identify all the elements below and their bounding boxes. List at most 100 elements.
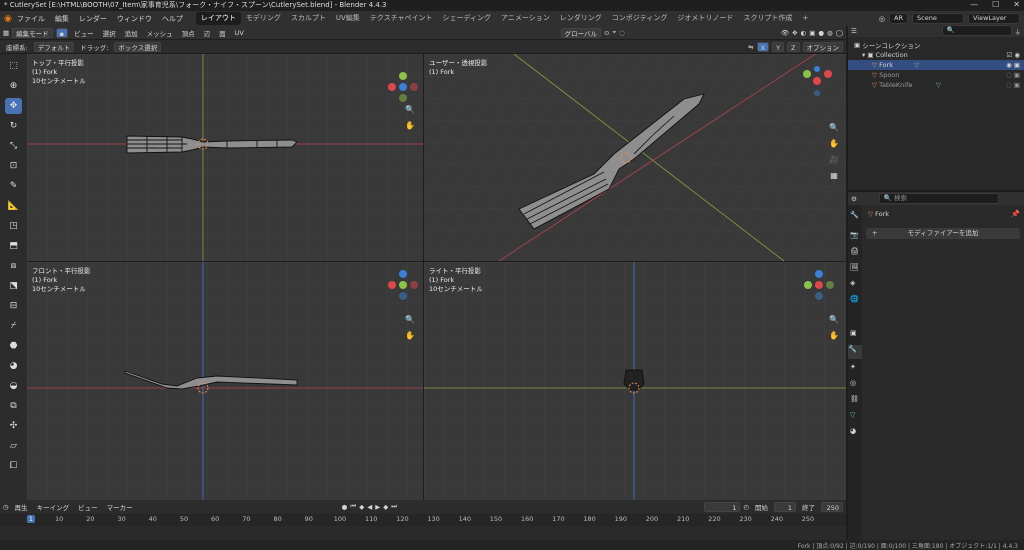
scale-icon[interactable]: ⤡ [5, 138, 22, 154]
tab-compositing[interactable]: コンポジティング [607, 12, 673, 25]
filter-icon[interactable]: ⏚ [1015, 26, 1022, 36]
tab-uv-editing[interactable]: UV編集 [331, 12, 365, 25]
mirror-x[interactable]: X [756, 41, 770, 52]
mirror-y[interactable]: Y [772, 41, 785, 52]
pin-icon[interactable]: 📌 [1011, 210, 1020, 218]
menu-view[interactable]: ビュー [71, 28, 97, 38]
current-frame-field[interactable]: 1 [704, 501, 741, 512]
tab-texture-paint[interactable]: テクスチャペイント [365, 12, 438, 25]
menu-vertex[interactable]: 頂点 [179, 28, 198, 38]
spin-icon[interactable]: ◕ [5, 358, 22, 374]
outliner-scene-collection[interactable]: ▣ シーンコレクション [848, 40, 1024, 50]
prev-keyframe-icon[interactable]: ◆ [359, 503, 364, 511]
blender-logo-icon[interactable]: ◉ [4, 14, 12, 24]
navigation-gizmo[interactable] [804, 270, 834, 300]
visibility-icon[interactable]: 👁 [781, 29, 789, 37]
jump-end-icon[interactable]: ⏭ [391, 502, 397, 511]
edge-slide-icon[interactable]: ⧉ [5, 398, 22, 414]
menu-edit[interactable]: 編集 [55, 14, 69, 24]
navigation-gizmo[interactable] [388, 72, 418, 102]
mirror-z[interactable]: Z [787, 41, 800, 52]
tab-modeling[interactable]: モデリング [241, 12, 286, 25]
camera-icon[interactable]: 🎥 [827, 152, 841, 166]
particles-tab-icon[interactable]: ✦ [850, 363, 856, 371]
smooth-icon[interactable]: ◒ [5, 378, 22, 394]
outliner-editor-icon[interactable]: ☰ [851, 27, 857, 35]
end-frame-field[interactable]: 250 [821, 501, 843, 512]
marker-menu[interactable]: マーカー [104, 502, 136, 512]
navigation-gizmo[interactable] [388, 270, 418, 300]
coord-select[interactable]: デフォルト [33, 41, 75, 52]
xray-icon[interactable]: ▣ [809, 29, 815, 37]
pan-hand-icon[interactable]: ✋ [403, 118, 417, 132]
shear-icon[interactable]: ▱ [5, 438, 22, 454]
zoom-icon[interactable]: 🔍 [827, 312, 841, 326]
data-tab-icon[interactable]: ▽ [850, 411, 855, 419]
options-button[interactable]: オプション [802, 41, 843, 52]
add-workspace-icon[interactable]: + [797, 12, 813, 25]
render-tab-icon[interactable]: 📷 [850, 231, 859, 239]
menu-mesh[interactable]: メッシュ [144, 28, 176, 38]
select-box-icon[interactable]: ⬚ [5, 58, 22, 74]
jump-start-icon[interactable]: ⏮ [350, 502, 356, 511]
maximize-icon[interactable]: ☐ [992, 0, 999, 11]
outliner-search[interactable]: 🔍 [941, 25, 1012, 36]
pan-hand-icon[interactable]: ✋ [827, 328, 841, 342]
shading-material-icon[interactable]: ◍ [827, 29, 833, 37]
material-tab-icon[interactable]: ◕ [850, 427, 856, 435]
drag-select[interactable]: ボックス選択 [114, 41, 162, 52]
outliner-item-fork[interactable]: ▽ Fork ▽ ◉ ▣ [848, 60, 1024, 70]
playback-menu[interactable]: 再生 [12, 502, 31, 512]
gizmo-icon[interactable]: ✥ [792, 29, 797, 37]
render-engine-icon[interactable]: ◎ [879, 15, 885, 23]
output-tab-icon[interactable]: 🖨 [850, 247, 859, 255]
scene-tab-icon[interactable]: ◈ [850, 279, 855, 287]
viewport-top[interactable]: トップ・平行投影 (1) Fork 10センチメートル 🔍 ✋ [27, 54, 423, 261]
item-visibility-icon[interactable]: ◌ ▣ [1006, 81, 1020, 89]
pan-hand-icon[interactable]: ✋ [827, 136, 841, 150]
mirror-icon[interactable]: ⇋ [748, 43, 753, 51]
menu-edge[interactable]: 辺 [201, 28, 214, 38]
menu-help[interactable]: ヘルプ [162, 14, 183, 24]
view-menu[interactable]: ビュー [75, 502, 101, 512]
annotate-icon[interactable]: ✎ [5, 178, 22, 194]
play-icon[interactable]: ▶ [375, 503, 380, 511]
collection-visibility-icon[interactable]: ☑ ◉ [1006, 51, 1020, 59]
properties-editor-icon[interactable]: ⚙ [851, 195, 857, 203]
item-visibility-icon[interactable]: ◌ ▣ [1006, 71, 1020, 79]
mode-select[interactable]: 編集モード [12, 27, 53, 38]
menu-select[interactable]: 選択 [100, 28, 119, 38]
add-modifier-button[interactable]: + モディファイアーを追加 [866, 228, 1020, 239]
modifier-tab-icon[interactable]: 🔧 [848, 345, 862, 359]
object-tab-icon[interactable]: ▣ [850, 329, 857, 337]
clock-icon[interactable]: ◴ [743, 503, 749, 511]
rip-icon[interactable]: ⧠ [5, 458, 22, 474]
close-icon[interactable]: ✕ [1013, 0, 1020, 11]
proportional-icon[interactable]: ◌ [619, 29, 625, 37]
rotate-icon[interactable]: ↻ [5, 118, 22, 134]
outliner-item-spoon[interactable]: ▽ Spoon ◌ ▣ [848, 70, 1024, 80]
viewport-right[interactable]: ライト・平行投影 (1) Fork 10センチメートル 🔍 ✋ [424, 262, 846, 500]
frame-ruler[interactable]: 1 10 20 30 40 50 60 70 80 90 100 110 120 130 140 150 160… [0, 514, 846, 542]
shrink-fatten-icon[interactable]: ✣ [5, 418, 22, 434]
tab-rendering[interactable]: レンダリング [555, 12, 607, 25]
select-mode-vertex[interactable]: ▪ [55, 27, 69, 38]
view-layer-field[interactable]: ViewLayer [968, 13, 1020, 24]
tab-geometry-nodes[interactable]: ジオメトリノード [672, 12, 738, 25]
extrude-icon[interactable]: ⬒ [5, 238, 22, 254]
inset-icon[interactable]: ⧈ [5, 258, 22, 274]
tab-shading[interactable]: シェーディング [438, 12, 497, 25]
cursor-icon[interactable]: ⊕ [5, 78, 22, 94]
menu-window[interactable]: ウィンドウ [117, 14, 152, 24]
start-frame-field[interactable]: 1 [774, 501, 796, 512]
snap-icon[interactable]: ⌖ [612, 28, 616, 37]
tab-scripting[interactable]: スクリプト作成 [738, 12, 797, 25]
menu-file[interactable]: ファイル [17, 14, 45, 24]
minimize-icon[interactable]: — [970, 0, 978, 11]
zoom-icon[interactable]: 🔍 [403, 312, 417, 326]
knife-icon[interactable]: ⌿ [5, 318, 22, 334]
tab-animation[interactable]: アニメーション [496, 12, 555, 25]
world-tab-icon[interactable]: 🌐 [850, 295, 859, 303]
outliner-collection[interactable]: ▾ ▣ Collection ☑ ◉ [848, 50, 1024, 60]
add-cube-icon[interactable]: ◳ [5, 218, 22, 234]
